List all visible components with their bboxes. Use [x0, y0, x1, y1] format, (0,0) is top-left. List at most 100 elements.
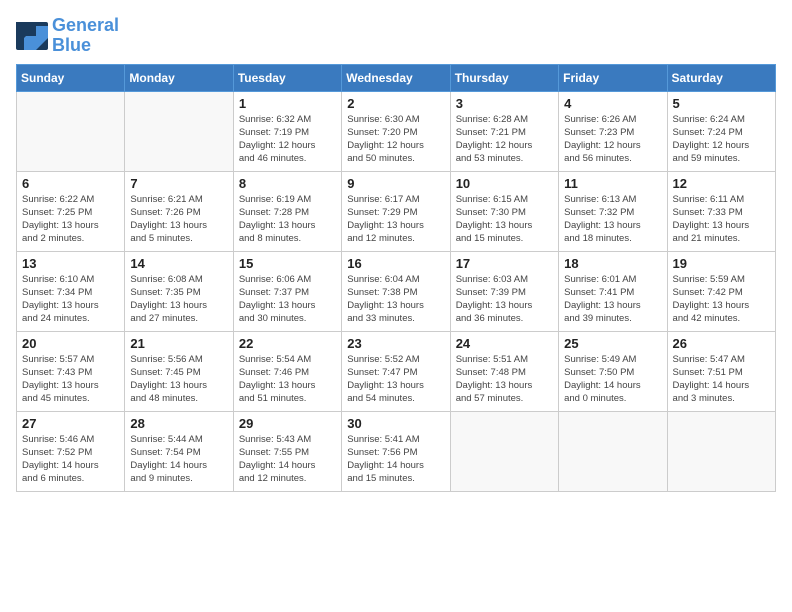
day-number: 19 — [673, 256, 770, 271]
weekday-header-friday: Friday — [559, 64, 667, 91]
day-info: Sunrise: 5:56 AM Sunset: 7:45 PM Dayligh… — [130, 353, 227, 406]
day-cell: 9 Sunrise: 6:17 AM Sunset: 7:29 PM Daylig… — [342, 171, 450, 251]
day-cell: 17Sunrise: 6:03 AM Sunset: 7:39 PM Dayli… — [450, 251, 558, 331]
weekday-header-row: SundayMondayTuesdayWednesdayThursdayFrid… — [17, 64, 776, 91]
day-cell: 5 Sunrise: 6:24 AM Sunset: 7:24 PM Daylig… — [667, 91, 775, 171]
day-number: 26 — [673, 336, 770, 351]
day-number: 27 — [22, 416, 119, 431]
day-info: Sunrise: 6:06 AM Sunset: 7:37 PM Dayligh… — [239, 273, 336, 326]
day-number: 4 — [564, 96, 661, 111]
day-number: 21 — [130, 336, 227, 351]
day-cell — [667, 411, 775, 491]
week-row-2: 6Sunrise: 6:22 AM Sunset: 7:25 PM Daylig… — [17, 171, 776, 251]
weekday-header-wednesday: Wednesday — [342, 64, 450, 91]
calendar-table: SundayMondayTuesdayWednesdayThursdayFrid… — [16, 64, 776, 492]
day-cell: 11 Sunrise: 6:13 AM Sunset: 7:32 PM Dayli… — [559, 171, 667, 251]
day-cell: 16 Sunrise: 6:04 AM Sunset: 7:38 PM Dayli… — [342, 251, 450, 331]
day-info: Sunrise: 6:13 AM Sunset: 7:32 PM Dayligh… — [564, 193, 661, 246]
day-cell: 12 Sunrise: 6:11 AM Sunset: 7:33 PM Dayli… — [667, 171, 775, 251]
day-number: 7 — [130, 176, 227, 191]
day-number: 9 — [347, 176, 444, 191]
day-info: Sunrise: 6:08 AM Sunset: 7:35 PM Dayligh… — [130, 273, 227, 326]
day-cell: 29 Sunrise: 5:43 AM Sunset: 7:55 PM Dayli… — [233, 411, 341, 491]
week-row-4: 20 Sunrise: 5:57 AM Sunset: 7:43 PM Dayli… — [17, 331, 776, 411]
day-number: 8 — [239, 176, 336, 191]
weekday-header-thursday: Thursday — [450, 64, 558, 91]
day-cell: 21 Sunrise: 5:56 AM Sunset: 7:45 PM Dayli… — [125, 331, 233, 411]
day-info: Sunrise: 5:51 AM Sunset: 7:48 PM Dayligh… — [456, 353, 553, 406]
day-number: 24 — [456, 336, 553, 351]
day-cell: 13 Sunrise: 6:10 AM Sunset: 7:34 PM Dayli… — [17, 251, 125, 331]
day-cell: 10 Sunrise: 6:15 AM Sunset: 7:30 PM Dayli… — [450, 171, 558, 251]
day-cell: 14 Sunrise: 6:08 AM Sunset: 7:35 PM Dayli… — [125, 251, 233, 331]
day-cell: 20 Sunrise: 5:57 AM Sunset: 7:43 PM Dayli… — [17, 331, 125, 411]
day-info: Sunrise: 6:01 AM Sunset: 7:41 PM Dayligh… — [564, 273, 661, 326]
day-number: 12 — [673, 176, 770, 191]
day-number: 22 — [239, 336, 336, 351]
day-number: 23 — [347, 336, 444, 351]
day-info: Sunrise: 6:21 AM Sunset: 7:26 PM Dayligh… — [130, 193, 227, 246]
weekday-header-sunday: Sunday — [17, 64, 125, 91]
day-info: Sunrise: 5:54 AM Sunset: 7:46 PM Dayligh… — [239, 353, 336, 406]
day-cell: 19Sunrise: 5:59 AM Sunset: 7:42 PM Dayli… — [667, 251, 775, 331]
day-cell — [450, 411, 558, 491]
day-info: Sunrise: 5:47 AM Sunset: 7:51 PM Dayligh… — [673, 353, 770, 406]
weekday-header-saturday: Saturday — [667, 64, 775, 91]
day-cell: 2Sunrise: 6:30 AM Sunset: 7:20 PM Daylig… — [342, 91, 450, 171]
day-info: Sunrise: 6:30 AM Sunset: 7:20 PM Dayligh… — [347, 113, 444, 166]
logo-icon — [16, 22, 48, 50]
day-cell — [125, 91, 233, 171]
week-row-3: 13 Sunrise: 6:10 AM Sunset: 7:34 PM Dayli… — [17, 251, 776, 331]
day-info: Sunrise: 6:24 AM Sunset: 7:24 PM Dayligh… — [673, 113, 770, 166]
day-number: 1 — [239, 96, 336, 111]
day-info: Sunrise: 6:19 AM Sunset: 7:28 PM Dayligh… — [239, 193, 336, 246]
week-row-5: 27 Sunrise: 5:46 AM Sunset: 7:52 PM Dayli… — [17, 411, 776, 491]
day-cell — [559, 411, 667, 491]
day-number: 29 — [239, 416, 336, 431]
day-number: 16 — [347, 256, 444, 271]
day-number: 3 — [456, 96, 553, 111]
day-info: Sunrise: 6:22 AM Sunset: 7:25 PM Dayligh… — [22, 193, 119, 246]
day-info: Sunrise: 6:26 AM Sunset: 7:23 PM Dayligh… — [564, 113, 661, 166]
day-info: Sunrise: 5:52 AM Sunset: 7:47 PM Dayligh… — [347, 353, 444, 406]
day-number: 11 — [564, 176, 661, 191]
day-info: Sunrise: 5:49 AM Sunset: 7:50 PM Dayligh… — [564, 353, 661, 406]
day-info: Sunrise: 6:10 AM Sunset: 7:34 PM Dayligh… — [22, 273, 119, 326]
logo: General Blue — [16, 16, 119, 56]
day-cell: 28Sunrise: 5:44 AM Sunset: 7:54 PM Dayli… — [125, 411, 233, 491]
day-cell: 22 Sunrise: 5:54 AM Sunset: 7:46 PM Dayli… — [233, 331, 341, 411]
day-number: 13 — [22, 256, 119, 271]
day-info: Sunrise: 6:04 AM Sunset: 7:38 PM Dayligh… — [347, 273, 444, 326]
day-cell: 25 Sunrise: 5:49 AM Sunset: 7:50 PM Dayli… — [559, 331, 667, 411]
day-info: Sunrise: 5:44 AM Sunset: 7:54 PM Dayligh… — [130, 433, 227, 486]
header: General Blue — [16, 16, 776, 56]
day-number: 10 — [456, 176, 553, 191]
day-cell — [17, 91, 125, 171]
week-row-1: 1 Sunrise: 6:32 AM Sunset: 7:19 PM Daylig… — [17, 91, 776, 171]
day-cell: 26 Sunrise: 5:47 AM Sunset: 7:51 PM Dayli… — [667, 331, 775, 411]
day-info: Sunrise: 6:15 AM Sunset: 7:30 PM Dayligh… — [456, 193, 553, 246]
day-number: 25 — [564, 336, 661, 351]
day-cell: 18Sunrise: 6:01 AM Sunset: 7:41 PM Dayli… — [559, 251, 667, 331]
logo-text: General Blue — [52, 16, 119, 56]
day-number: 15 — [239, 256, 336, 271]
day-info: Sunrise: 6:17 AM Sunset: 7:29 PM Dayligh… — [347, 193, 444, 246]
day-cell: 8 Sunrise: 6:19 AM Sunset: 7:28 PM Daylig… — [233, 171, 341, 251]
day-info: Sunrise: 6:03 AM Sunset: 7:39 PM Dayligh… — [456, 273, 553, 326]
day-info: Sunrise: 5:57 AM Sunset: 7:43 PM Dayligh… — [22, 353, 119, 406]
day-cell: 7 Sunrise: 6:21 AM Sunset: 7:26 PM Daylig… — [125, 171, 233, 251]
day-number: 14 — [130, 256, 227, 271]
day-number: 20 — [22, 336, 119, 351]
day-cell: 30Sunrise: 5:41 AM Sunset: 7:56 PM Dayli… — [342, 411, 450, 491]
day-cell: 15 Sunrise: 6:06 AM Sunset: 7:37 PM Dayli… — [233, 251, 341, 331]
day-cell: 23 Sunrise: 5:52 AM Sunset: 7:47 PM Dayli… — [342, 331, 450, 411]
day-info: Sunrise: 5:43 AM Sunset: 7:55 PM Dayligh… — [239, 433, 336, 486]
day-cell: 1 Sunrise: 6:32 AM Sunset: 7:19 PM Daylig… — [233, 91, 341, 171]
day-info: Sunrise: 6:11 AM Sunset: 7:33 PM Dayligh… — [673, 193, 770, 246]
day-number: 5 — [673, 96, 770, 111]
day-cell: 24 Sunrise: 5:51 AM Sunset: 7:48 PM Dayli… — [450, 331, 558, 411]
day-cell: 6Sunrise: 6:22 AM Sunset: 7:25 PM Daylig… — [17, 171, 125, 251]
day-number: 30 — [347, 416, 444, 431]
day-info: Sunrise: 5:46 AM Sunset: 7:52 PM Dayligh… — [22, 433, 119, 486]
day-info: Sunrise: 6:32 AM Sunset: 7:19 PM Dayligh… — [239, 113, 336, 166]
